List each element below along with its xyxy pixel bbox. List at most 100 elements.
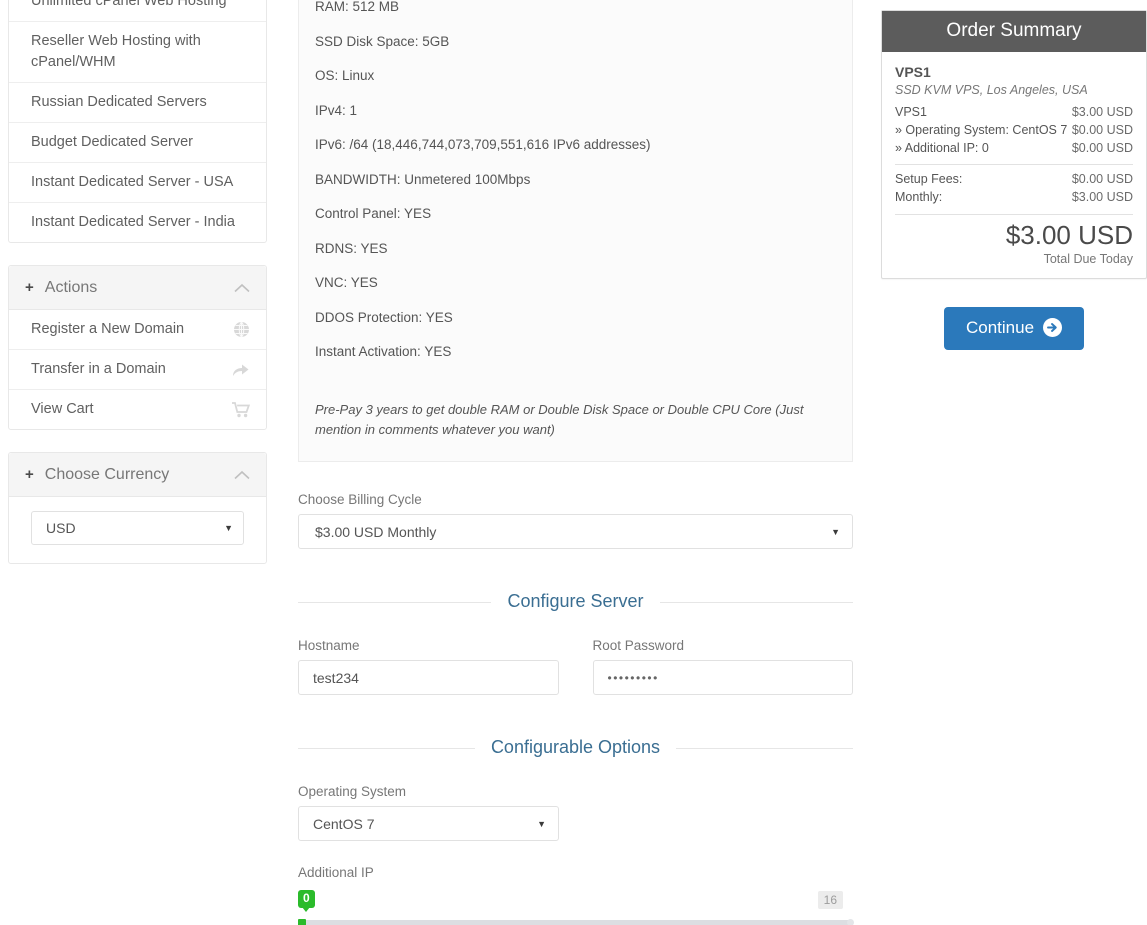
continue-button[interactable]: Continue <box>944 307 1084 350</box>
hostname-input[interactable]: test234 <box>298 660 559 695</box>
operating-system-field: Operating System CentOS 7 ▼ <box>298 784 853 841</box>
spec-vnc: VNC: YES <box>315 264 836 299</box>
spec-ssd-disk-space: SSD Disk Space: 5GB <box>315 23 836 58</box>
summary-line-label: VPS1 <box>895 104 927 122</box>
action-transfer-in-domain[interactable]: Transfer in a Domain <box>9 350 266 390</box>
sidebar-item-budget-dedicated-server[interactable]: Budget Dedicated Server <box>9 123 266 163</box>
sidebar-item-label: Russian Dedicated Servers <box>31 92 250 113</box>
order-configure-page: Unlimited cPanel Web Hosting Reseller We… <box>0 0 1147 925</box>
sidebar-item-label: Instant Dedicated Server - India <box>31 212 250 233</box>
root-password-label: Root Password <box>593 638 854 653</box>
summary-divider <box>895 214 1133 215</box>
order-summary-card: Order Summary VPS1 SSD KVM VPS, Los Ange… <box>881 10 1147 279</box>
actions-panel-title: Actions <box>45 279 97 297</box>
billing-cycle-select[interactable]: $3.00 USD Monthly ▼ <box>298 514 853 549</box>
slider-value-tooltip: 0 <box>298 890 315 908</box>
summary-fee-price: $3.00 USD <box>1072 189 1133 207</box>
slider-max-label: 16 <box>818 891 843 909</box>
chevron-up-icon[interactable] <box>234 470 250 480</box>
spec-ddos-protection: DDOS Protection: YES <box>315 299 836 334</box>
root-password-input[interactable]: ••••••••• <box>593 660 854 695</box>
root-password-value: ••••••••• <box>608 671 659 685</box>
spec-bandwidth: BANDWIDTH: Unmetered 100Mbps <box>315 161 836 196</box>
configure-server-title: Configure Server <box>491 591 659 611</box>
slider-track[interactable] <box>300 920 853 925</box>
hostname-field: Hostname test234 <box>298 638 559 695</box>
currency-panel: + Choose Currency USD ▼ <box>8 452 267 564</box>
chevron-down-icon: ▼ <box>537 819 546 829</box>
summary-line-price: $0.00 USD <box>1072 122 1133 140</box>
operating-system-value: CentOS 7 <box>313 816 374 832</box>
globe-icon <box>233 321 250 338</box>
continue-button-label: Continue <box>966 318 1034 338</box>
actions-panel: + Actions Register a New Domain Transfer… <box>8 265 267 430</box>
summary-total-amount: $3.00 USD <box>895 221 1133 251</box>
share-arrow-icon <box>232 362 250 378</box>
product-specs-panel: RAM: 512 MB SSD Disk Space: 5GB OS: Linu… <box>298 0 853 462</box>
action-label: Register a New Domain <box>31 319 225 340</box>
shopping-cart-icon <box>232 402 250 418</box>
action-view-cart[interactable]: View Cart <box>9 390 266 429</box>
operating-system-select[interactable]: CentOS 7 ▼ <box>298 806 559 841</box>
summary-fee-price: $0.00 USD <box>1072 171 1133 189</box>
sidebar-item-russian-dedicated-servers[interactable]: Russian Dedicated Servers <box>9 83 266 123</box>
hostname-label: Hostname <box>298 638 559 653</box>
summary-line-label: » Operating System: CentOS 7 <box>895 122 1067 140</box>
spec-rdns: RDNS: YES <box>315 230 836 265</box>
arrow-circle-right-icon <box>1043 318 1062 337</box>
summary-fee-row: Setup Fees: $0.00 USD <box>895 171 1133 189</box>
spec-prepay-note: Pre-Pay 3 years to get double RAM or Dou… <box>315 400 836 439</box>
summary-fee-label: Setup Fees: <box>895 171 962 189</box>
spec-os: OS: Linux <box>315 57 836 92</box>
order-summary-body: VPS1 SSD KVM VPS, Los Angeles, USA VPS1 … <box>882 52 1146 278</box>
configurable-options-heading: Configurable Options <box>298 737 853 758</box>
currency-panel-header[interactable]: + Choose Currency <box>9 453 266 497</box>
summary-line-price: $3.00 USD <box>1072 104 1133 122</box>
summary-line-item: » Operating System: CentOS 7 $0.00 USD <box>895 122 1133 140</box>
summary-line-price: $0.00 USD <box>1072 140 1133 158</box>
order-summary: Order Summary VPS1 SSD KVM VPS, Los Ange… <box>881 10 1147 350</box>
actions-panel-header[interactable]: + Actions <box>9 266 266 310</box>
currency-panel-title: Choose Currency <box>45 466 170 484</box>
summary-fee-row: Monthly: $3.00 USD <box>895 189 1133 207</box>
hostname-value: test234 <box>313 670 359 686</box>
plus-icon: + <box>25 467 34 482</box>
summary-divider <box>895 164 1133 165</box>
configurable-options-title: Configurable Options <box>475 737 676 757</box>
additional-ip-slider[interactable]: 0 16 012345678910111213141516 <box>298 890 853 925</box>
summary-line-item: » Additional IP: 0 $0.00 USD <box>895 140 1133 158</box>
action-register-new-domain[interactable]: Register a New Domain <box>9 310 266 350</box>
spec-instant-activation: Instant Activation: YES <box>315 333 836 368</box>
slider-knob-dot <box>298 919 306 925</box>
main-content: RAM: 512 MB SSD Disk Space: 5GB OS: Linu… <box>298 0 853 925</box>
additional-ip-field: Additional IP 0 16 012345678910111213141… <box>298 865 853 925</box>
sidebar-item-unlimited-cpanel-web-hosting[interactable]: Unlimited cPanel Web Hosting <box>9 0 266 22</box>
order-summary-title: Order Summary <box>882 11 1146 52</box>
sidebar: Unlimited cPanel Web Hosting Reseller We… <box>8 0 267 586</box>
currency-select[interactable]: USD ▼ <box>31 511 244 545</box>
spec-control-panel: Control Panel: YES <box>315 195 836 230</box>
sidebar-item-label: Unlimited cPanel Web Hosting <box>31 0 250 12</box>
configure-server-heading: Configure Server <box>298 591 853 612</box>
currency-panel-body: USD ▼ <box>9 497 266 563</box>
sidebar-item-instant-dedicated-server-usa[interactable]: Instant Dedicated Server - USA <box>9 163 266 203</box>
action-label: Transfer in a Domain <box>31 359 224 380</box>
sidebar-item-reseller-web-hosting[interactable]: Reseller Web Hosting with cPanel/WHM <box>9 22 266 83</box>
summary-line-item: VPS1 $3.00 USD <box>895 104 1133 122</box>
operating-system-label: Operating System <box>298 784 853 799</box>
sidebar-item-instant-dedicated-server-india[interactable]: Instant Dedicated Server - India <box>9 203 266 242</box>
sidebar-item-label: Instant Dedicated Server - USA <box>31 172 250 193</box>
billing-cycle-label: Choose Billing Cycle <box>298 492 853 507</box>
chevron-down-icon: ▼ <box>831 527 840 537</box>
sidebar-categories-panel: Unlimited cPanel Web Hosting Reseller We… <box>8 0 267 243</box>
additional-ip-label: Additional IP <box>298 865 853 880</box>
summary-total-label: Total Due Today <box>895 252 1133 268</box>
spec-ipv6: IPv6: /64 (18,446,744,073,709,551,616 IP… <box>315 126 836 161</box>
billing-cycle-value: $3.00 USD Monthly <box>315 524 436 540</box>
chevron-down-icon: ▼ <box>224 523 233 533</box>
summary-fee-label: Monthly: <box>895 189 942 207</box>
action-label: View Cart <box>31 399 224 420</box>
summary-line-label: » Additional IP: 0 <box>895 140 989 158</box>
chevron-up-icon[interactable] <box>234 283 250 293</box>
spec-ipv4: IPv4: 1 <box>315 92 836 127</box>
